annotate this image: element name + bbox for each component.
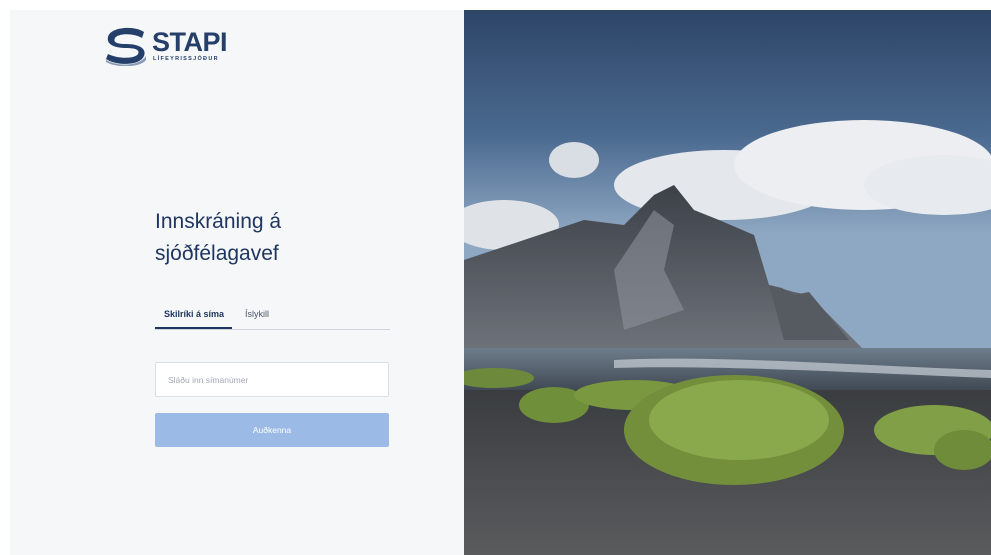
brand-logo[interactable]: STAPI LÍFEYRISSJÓÐUR — [104, 26, 234, 66]
hero-image — [464, 10, 991, 555]
brand-name: STAPI — [152, 27, 228, 57]
authenticate-button[interactable]: Auðkenna — [155, 413, 389, 447]
page-title-line2: sjóðfélagavef — [155, 242, 279, 265]
page-title: Innskráning á sjóðfélagavef — [155, 206, 395, 270]
login-panel: STAPI LÍFEYRISSJÓÐUR Innskráning á sjóðf… — [10, 10, 464, 555]
page-title-line1: Innskráning á — [155, 210, 282, 233]
stapi-s-logo-icon — [106, 27, 146, 66]
mountain-beach-landscape — [464, 10, 991, 555]
brand-subtitle: LÍFEYRISSJÓÐUR — [153, 56, 219, 62]
phone-number-input[interactable] — [155, 362, 389, 397]
tab-islykill[interactable]: Íslykill — [245, 308, 269, 328]
page: STAPI LÍFEYRISSJÓÐUR Innskráning á sjóðf… — [0, 0, 991, 555]
tab-mobile-id[interactable]: Skilríki á síma — [154, 308, 233, 329]
login-method-tabs: Skilríki á síma Íslykill — [154, 305, 390, 330]
